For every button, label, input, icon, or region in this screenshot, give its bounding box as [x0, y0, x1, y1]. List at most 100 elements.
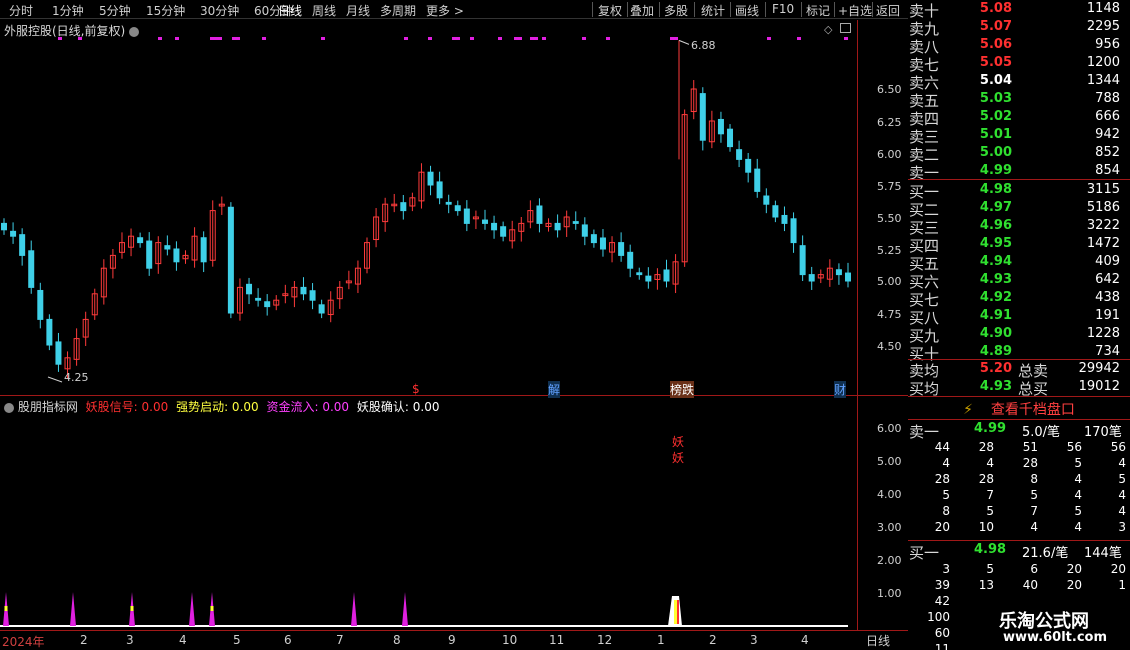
candle-body [28, 250, 35, 288]
level-price: 4.93 [979, 272, 1012, 287]
f10-button[interactable]: F10 [772, 2, 794, 18]
period-tab-monthly[interactable]: 月线 [346, 2, 370, 18]
event-marker-ranking[interactable]: 榜跌 [670, 381, 695, 398]
queue-order-size: 51 [1022, 440, 1038, 454]
candle-body [845, 272, 851, 282]
total-buy-volume: 19012 [1078, 379, 1120, 394]
candle-body [173, 248, 180, 263]
sell-level-row[interactable]: 卖十 5.08 1148 [908, 0, 1130, 20]
multi-stock-button[interactable]: 多股 [664, 2, 688, 18]
watermark-url: www.60lt.com [1003, 630, 1108, 645]
period-tab-1min[interactable]: 1分钟 [52, 2, 84, 18]
period-tab-30min[interactable]: 30分钟 [200, 2, 239, 18]
date-label: 3 [750, 633, 758, 647]
level-price: 5.00 [979, 145, 1012, 160]
adjust-button[interactable]: 复权 [598, 2, 622, 18]
buy-level-row[interactable]: 买二 4.97 5186 [908, 199, 1130, 219]
sell-level-row[interactable]: 卖七 5.05 1200 [908, 54, 1130, 74]
level-price: 4.91 [979, 308, 1012, 323]
queue-order-size: 56 [1110, 440, 1126, 454]
buy-level-row[interactable]: 买一 4.98 3115 [908, 181, 1130, 201]
period-indicator[interactable]: 日线 [866, 632, 890, 649]
level-price: 4.96 [979, 218, 1012, 233]
demon-stock-annotation: 妖 [672, 451, 685, 465]
order-book-divider [908, 540, 1130, 541]
level-price: 5.01 [979, 127, 1012, 142]
event-marker-unlock[interactable]: 解 [548, 381, 561, 398]
buy-level-row[interactable]: 买六 4.93 642 [908, 271, 1130, 291]
period-tab-weekly[interactable]: 周线 [312, 2, 336, 18]
queue-order-size: 7 [986, 488, 994, 502]
buy-level-row[interactable]: 买五 4.94 409 [908, 253, 1130, 273]
indicator-spike [189, 592, 195, 626]
date-label: 8 [393, 633, 401, 647]
level-volume: 191 [1095, 308, 1120, 323]
level-price: 5.08 [979, 1, 1012, 16]
buy-level-row[interactable]: 买七 4.92 438 [908, 289, 1130, 309]
high-leader-line [678, 39, 690, 45]
level-price: 4.97 [979, 200, 1012, 215]
sell-level-row[interactable]: 卖六 5.04 1344 [908, 72, 1130, 92]
event-marker-dividend[interactable]: $ [412, 382, 420, 396]
sell-level-row[interactable]: 卖四 5.02 666 [908, 108, 1130, 128]
draw-line-button[interactable]: 画线 [735, 2, 759, 18]
signal-dot [232, 37, 240, 40]
buy-level-row[interactable]: 买三 4.96 3222 [908, 217, 1130, 237]
candlestick-chart [1, 37, 851, 383]
period-tab-intraday[interactable]: 分时 [9, 2, 33, 18]
add-watchlist-button[interactable]: +自选 [838, 2, 872, 18]
event-marker-finance[interactable]: 财 [834, 381, 847, 398]
date-label: 2 [80, 633, 88, 647]
sell-level-row[interactable]: 卖一 4.99 854 [908, 162, 1130, 182]
sell-level-row[interactable]: 卖八 5.06 956 [908, 36, 1130, 56]
period-tab-multi[interactable]: 多周期 [380, 2, 416, 18]
sell-level-row[interactable]: 卖二 5.00 852 [908, 144, 1130, 164]
date-label: 4 [179, 633, 187, 647]
period-tab-more[interactable]: 更多 > [426, 2, 464, 18]
y-tick-label: 5.50 [877, 212, 902, 225]
period-tab-5min[interactable]: 5分钟 [99, 2, 131, 18]
buy-level-row[interactable]: 买九 4.90 1228 [908, 325, 1130, 345]
order-book-divider [908, 396, 1130, 397]
period-tab-daily[interactable]: 日线 [278, 2, 302, 18]
queue-order-size: 5 [942, 488, 950, 502]
candle-body [445, 201, 452, 205]
mark-button[interactable]: 标记 [806, 2, 830, 18]
candle-body [799, 245, 806, 276]
signal-dot [428, 37, 432, 40]
sell-level-row[interactable]: 卖九 5.07 2295 [908, 18, 1130, 38]
candle-body [481, 219, 488, 224]
candle-body [781, 214, 788, 224]
signal-dot [542, 37, 546, 40]
period-tab-15min[interactable]: 15分钟 [146, 2, 185, 18]
date-label: 11 [549, 633, 565, 647]
indicator-y-tick: 1.00 [877, 587, 902, 600]
queue-order-size: 20 [1066, 562, 1082, 576]
sell-queue-label: 卖一 [909, 423, 940, 441]
candle-body [599, 237, 606, 250]
level-volume: 734 [1095, 344, 1120, 359]
y-tick-label: 4.50 [877, 340, 902, 353]
back-button[interactable]: 返回 [876, 2, 900, 18]
level-volume: 409 [1095, 254, 1120, 269]
buy-queue-count: 144笔 [1084, 546, 1122, 561]
y-tick-label: 5.75 [877, 180, 902, 193]
signal-dot [210, 37, 222, 40]
overlay-button[interactable]: 叠加 [630, 2, 654, 18]
buy-level-row[interactable]: 买八 4.91 191 [908, 307, 1130, 327]
sell-queue-per-order: 5.0/笔 [1022, 425, 1061, 440]
candle-body [436, 181, 443, 199]
signal-dot [797, 37, 801, 40]
chart-right-axis-line [857, 20, 858, 630]
buy-level-row[interactable]: 买四 4.95 1472 [908, 235, 1130, 255]
sell-level-row[interactable]: 卖五 5.03 788 [908, 90, 1130, 110]
view-depth-button[interactable]: ⚡ 查看千档盘口 [908, 399, 1130, 418]
candle-body [463, 208, 470, 224]
queue-order-size: 4 [1074, 472, 1082, 486]
candle-body [300, 286, 307, 295]
y-tick-label: 6.50 [877, 83, 902, 96]
sell-level-row[interactable]: 卖三 5.01 942 [908, 126, 1130, 146]
stats-button[interactable]: 统计 [701, 2, 725, 18]
queue-order-size: 5 [1074, 504, 1082, 518]
watermark: 乐淘公式网 www.60lt.com [957, 604, 1130, 650]
